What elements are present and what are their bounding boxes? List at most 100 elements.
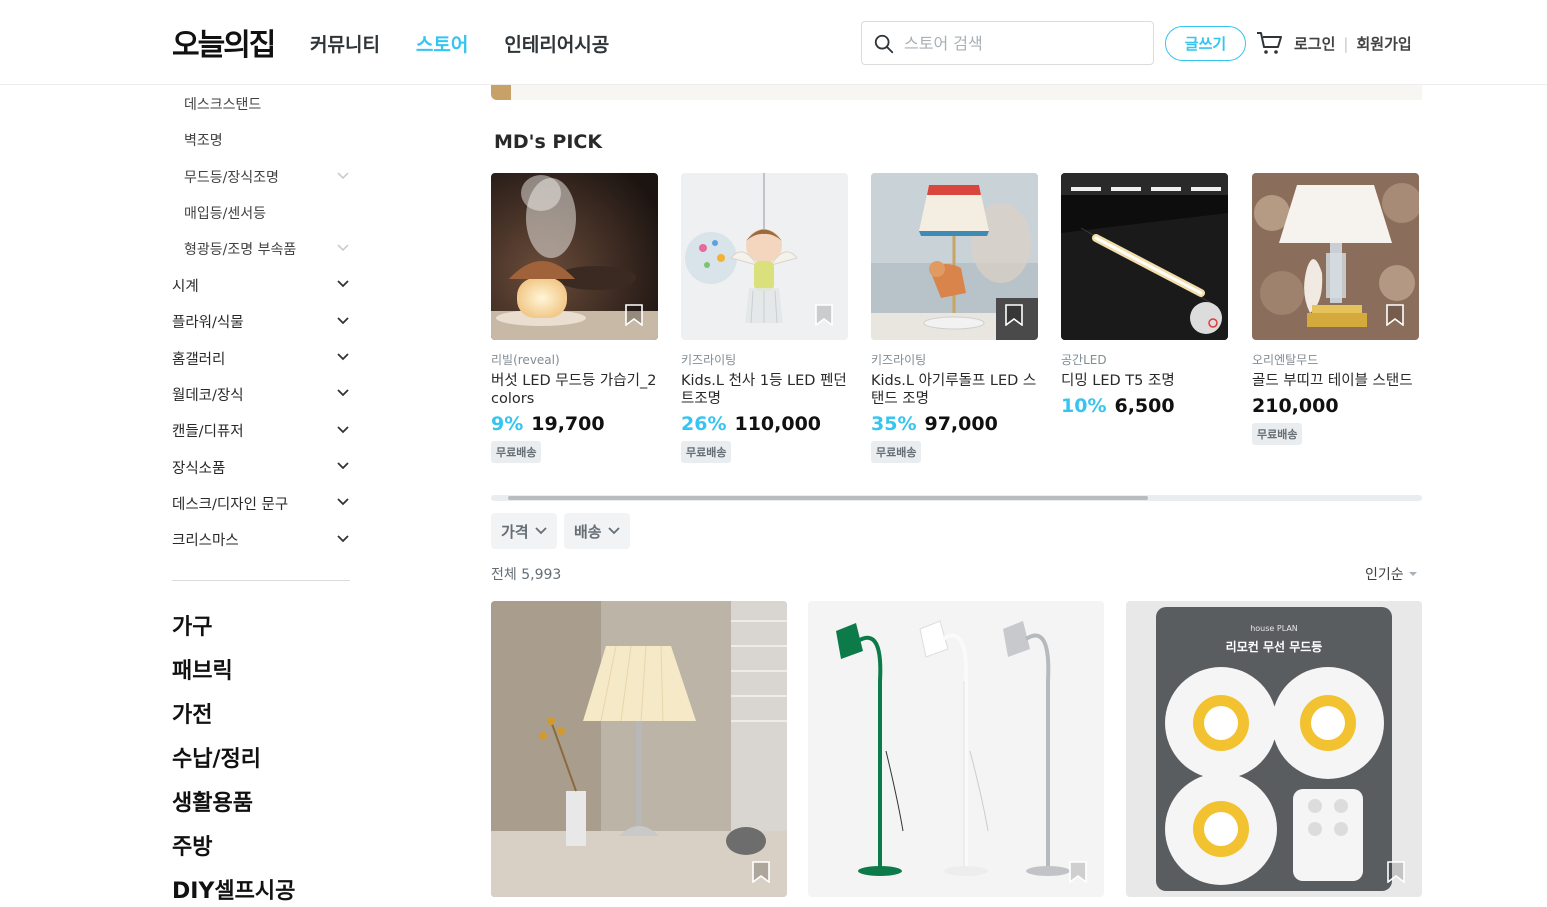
bookmark-icon[interactable] [624,304,644,326]
product-card[interactable] [491,601,787,897]
product-card[interactable]: house PLAN 리모컨 무선 무드등 [1126,601,1422,897]
auth-separator: | [1343,34,1349,53]
sidebar-category[interactable]: 장식소품 [172,449,350,485]
site-logo[interactable]: 오늘의집 [172,20,276,64]
sidebar-category-label: 크리스마스 [172,533,239,550]
bookmark-icon[interactable] [1004,304,1024,326]
filter-shipping[interactable]: 배송 [564,513,630,549]
chevron-down-icon [607,527,620,535]
product-image[interactable] [681,173,848,340]
sidebar-category[interactable]: 캔들/디퓨저 [172,413,350,449]
filter-label: 배송 [574,522,602,541]
price-row: 10% 6,500 [1061,395,1228,417]
filter-price[interactable]: 가격 [491,513,557,549]
product-brand: 키즈라이팅 [871,353,927,367]
nav-store[interactable]: 스토어 [416,30,468,57]
big-category-item[interactable]: 패브릭 [172,647,350,691]
product-brand: 오리엔탈무드 [1252,353,1319,367]
product-name[interactable]: Kids.L 아기루돌프 LED 스탠드 조명 [871,372,1038,408]
free-shipping-badge: 무료배송 [1252,423,1303,445]
big-category-item[interactable]: 수납/정리 [172,735,350,779]
free-shipping-badge: 무료배송 [491,441,542,463]
chevron-down-icon[interactable] [336,388,350,398]
md-pick-card[interactable]: 키즈라이팅 Kids.L 아기루돌프 LED 스탠드 조명 35% 97,000 … [871,173,1038,463]
write-button[interactable]: 글쓰기 [1165,26,1246,61]
sort-label: 인기순 [1365,567,1404,583]
bookmark-icon[interactable] [814,304,834,326]
sidebar-sub-item[interactable]: 벽조명 [172,122,350,158]
product-image[interactable] [491,173,658,340]
chevron-down-icon[interactable] [336,352,350,362]
search-box[interactable] [861,21,1154,65]
md-pick-card[interactable]: 공간LED 디밍 LED T5 조명 10% 6,500 [1061,173,1228,417]
floor-lamps-photo [808,601,1104,897]
product-image[interactable] [871,173,1038,340]
product-image[interactable] [1061,173,1228,340]
big-category-item[interactable]: 가전 [172,691,350,735]
package-brand-text: house PLAN [1250,624,1298,633]
sidebar-sub-label: 데스크스탠드 [184,97,262,114]
nav-community[interactable]: 커뮤니티 [310,30,380,57]
chevron-down-icon[interactable] [336,461,350,471]
chevron-down-icon[interactable] [336,497,350,507]
sidebar-category[interactable]: 크리스마스 [172,522,350,558]
product-brand: 공간LED [1061,353,1107,367]
filter-label: 가격 [501,522,529,541]
price-row: 210,000 [1252,395,1419,417]
chevron-down-icon[interactable] [336,279,350,289]
carousel-scrollbar[interactable] [491,495,1422,501]
product-price: 210,000 [1252,395,1339,417]
price-row: 9% 19,700 [491,413,658,435]
discount-rate: 9% [491,413,524,435]
sidebar-category[interactable]: 시계 [172,267,350,303]
md-pick-card[interactable]: 오리엔탈무드 골드 부띠끄 테이블 스탠드 210,000 무료배송 [1252,173,1419,445]
bookmark-icon[interactable] [1386,861,1406,883]
big-category-item[interactable]: 생활용품 [172,779,350,823]
product-image[interactable] [1252,173,1419,340]
sidebar-sub-label: 무드등/장식조명 [184,169,279,186]
signup-link[interactable]: 회원가입 [1356,33,1411,54]
big-category-list: 가구 패브릭 가전 수납/정리 생활용품 주방 DIY셀프시공 [172,603,350,907]
chevron-down-icon[interactable] [336,316,350,326]
cart-icon[interactable] [1255,29,1283,57]
chevron-down-icon[interactable] [336,425,350,435]
bookmark-icon[interactable] [751,861,771,883]
bookmark-icon[interactable] [1385,304,1405,326]
product-name[interactable]: 골드 부띠끄 테이블 스탠드 [1252,372,1419,390]
chevron-down-icon[interactable] [336,534,350,544]
product-name[interactable]: Kids.L 천사 1등 LED 펜던트조명 [681,372,848,408]
login-link[interactable]: 로그인 [1294,33,1335,54]
sidebar-sub-item[interactable]: 형광등/조명 부속품 [172,231,350,267]
chevron-down-icon[interactable] [336,243,350,253]
sort-dropdown[interactable]: 인기순 [1365,564,1418,584]
banner-bottom-edge[interactable] [491,85,1422,100]
search-input[interactable] [904,30,1144,56]
product-name[interactable]: 디밍 LED T5 조명 [1061,372,1228,390]
product-card[interactable] [808,601,1104,897]
sidebar-category[interactable]: 플라워/식물 [172,304,350,340]
banner-decoration [491,85,511,100]
discount-rate: 35% [871,413,917,435]
sidebar-category[interactable]: 홈갤러리 [172,340,350,376]
scrollbar-thumb[interactable] [508,496,1148,500]
product-name[interactable]: 버섯 LED 무드등 가습기_2colors [491,372,658,408]
price-row: 35% 97,000 [871,413,1038,435]
big-category-item[interactable]: DIY셀프시공 [172,867,350,907]
sidebar-sub-item[interactable]: 매입등/센서등 [172,195,350,231]
product-price: 6,500 [1114,395,1175,417]
chevron-down-icon[interactable] [336,171,350,181]
chevron-down-icon [534,527,547,535]
sidebar-category-label: 월데코/장식 [172,388,244,405]
md-pick-card[interactable]: 키즈라이팅 Kids.L 천사 1등 LED 펜던트조명 26% 110,000 … [681,173,848,463]
sidebar-category[interactable]: 데스크/디자인 문구 [172,485,350,521]
big-category-item[interactable]: 주방 [172,823,350,867]
nav-interior[interactable]: 인테리어시공 [504,30,609,57]
big-category-item[interactable]: 가구 [172,603,350,647]
md-pick-card[interactable]: 리빌(reveal) 버섯 LED 무드등 가습기_2colors 9% 19,7… [491,173,658,463]
total-count: 전체 5,993 [491,567,562,583]
sidebar-category[interactable]: 월데코/장식 [172,376,350,412]
category-sidebar: 데스크스탠드 벽조명 무드등/장식조명 매입등/센서등 형광등/조명 부속품 시… [172,86,350,907]
bookmark-icon[interactable] [1068,861,1088,883]
sidebar-sub-item[interactable]: 데스크스탠드 [172,86,350,122]
sidebar-sub-item[interactable]: 무드등/장식조명 [172,159,350,195]
